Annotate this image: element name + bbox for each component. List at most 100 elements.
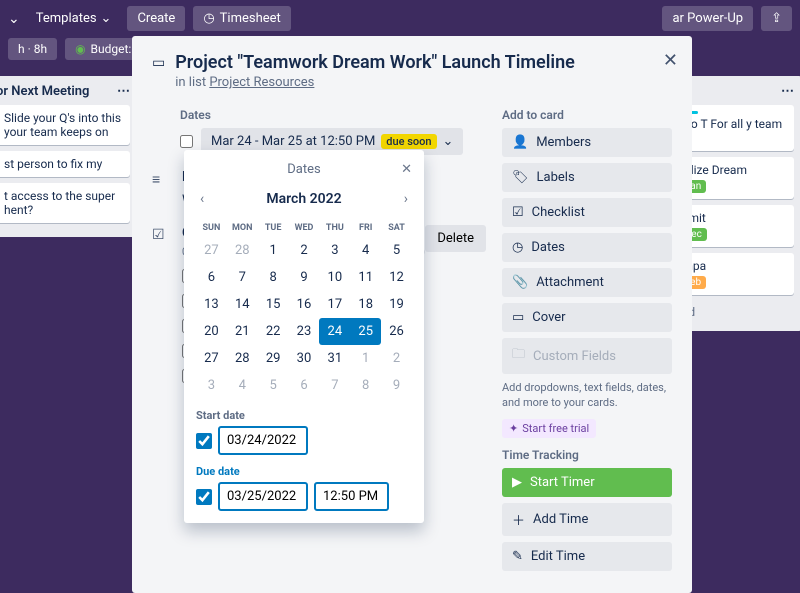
dates-button[interactable]: ◷Dates (502, 233, 672, 262)
custom-fields-button[interactable]: 🗀Custom Fields (502, 338, 672, 374)
calendar-day[interactable]: 10 (319, 264, 350, 291)
next-month-button[interactable]: › (400, 187, 412, 211)
start-trial-button[interactable]: ✦Start free trial (502, 419, 596, 438)
calendar-day[interactable]: 26 (381, 318, 412, 345)
calendar-day[interactable]: 6 (289, 372, 320, 399)
calendar-day[interactable]: 7 (227, 264, 258, 291)
board-chevron-icon[interactable]: ⌄ (8, 11, 20, 27)
cover-icon: ▭ (512, 310, 524, 325)
calendar-day[interactable]: 17 (319, 291, 350, 318)
list-title[interactable]: or Next Meeting (0, 84, 89, 99)
calendar-day[interactable]: 16 (289, 291, 320, 318)
day-of-week: SUN (196, 219, 227, 237)
calendar-day[interactable]: 13 (196, 291, 227, 318)
calendar-day[interactable]: 21 (227, 318, 258, 345)
close-button[interactable]: ✕ (663, 50, 678, 71)
card-icon: ▭ (152, 55, 165, 71)
card[interactable]: t access to the super hent? (0, 183, 130, 223)
calendar-day[interactable]: 9 (381, 372, 412, 399)
card[interactable]: Slide your Q's into this your team keeps… (0, 105, 130, 145)
calendar-day[interactable]: 12 (381, 264, 412, 291)
calendar-day[interactable]: 1 (258, 237, 289, 264)
templates-dropdown[interactable]: Templates ⌄ (28, 6, 120, 31)
hours-pill[interactable]: h · 8h (8, 38, 57, 60)
edit-time-button[interactable]: ✎Edit Time (502, 542, 672, 571)
calendar-day[interactable]: 27 (196, 237, 227, 264)
timesheet-button[interactable]: ◷Timesheet (193, 6, 290, 31)
calendar-day[interactable]: 27 (196, 345, 227, 372)
day-of-week: FRI (350, 219, 381, 237)
date-complete-checkbox[interactable] (180, 135, 193, 148)
card-title[interactable]: Project "Teamwork Dream Work" Launch Tim… (175, 52, 672, 73)
calendar-day[interactable]: 15 (258, 291, 289, 318)
calendar-day[interactable]: 3 (319, 237, 350, 264)
description-icon: ≡ (152, 171, 172, 188)
list-menu-icon[interactable]: ⋯ (781, 84, 794, 99)
start-date-input[interactable] (218, 426, 308, 455)
calendar-day[interactable]: 19 (381, 291, 412, 318)
calendar-day[interactable]: 3 (196, 372, 227, 399)
day-of-week: TUE (258, 219, 289, 237)
calendar-day[interactable]: 24 (319, 318, 350, 345)
list-menu-icon[interactable]: ⋯ (117, 84, 130, 99)
due-date-label: Due date (196, 465, 412, 478)
calendar-day[interactable]: 4 (227, 372, 258, 399)
calendar-day[interactable]: 29 (258, 345, 289, 372)
checklist-icon: ☑ (512, 205, 524, 220)
calendar-day[interactable]: 2 (289, 237, 320, 264)
card[interactable]: st person to fix my (0, 151, 130, 177)
create-button[interactable]: Create (127, 6, 185, 31)
delete-checklist-button[interactable]: Delete (425, 225, 486, 252)
clock-icon: ◷ (512, 240, 523, 255)
time-tracking-label: Time Tracking (502, 448, 672, 462)
calendar-day[interactable]: 30 (289, 345, 320, 372)
calendar-day[interactable]: 14 (227, 291, 258, 318)
calendar-day[interactable]: 22 (258, 318, 289, 345)
calendar-day[interactable]: 31 (319, 345, 350, 372)
powerup-button[interactable]: ar Power-Up (662, 6, 753, 31)
calendar-day[interactable]: 20 (196, 318, 227, 345)
attachment-icon: 📎 (512, 275, 528, 290)
calendar-day[interactable]: 9 (289, 264, 320, 291)
cover-button[interactable]: ▭Cover (502, 303, 672, 332)
calendar-day[interactable]: 7 (319, 372, 350, 399)
due-soon-badge: due soon (381, 134, 436, 149)
calendar-day[interactable]: 8 (258, 264, 289, 291)
chevron-down-icon: ⌄ (443, 134, 454, 149)
checklist-button[interactable]: ☑Checklist (502, 198, 672, 227)
custom-fields-note: Add dropdowns, text fields, dates, and m… (502, 380, 672, 411)
labels-button[interactable]: 🏷Labels (502, 163, 672, 192)
calendar-day[interactable]: 18 (350, 291, 381, 318)
calendar-day[interactable]: 6 (196, 264, 227, 291)
calendar-day[interactable]: 2 (381, 345, 412, 372)
dates-label: Dates (180, 108, 486, 122)
close-icon[interactable]: ✕ (401, 162, 412, 177)
calendar-day[interactable]: 11 (350, 264, 381, 291)
calendar-day[interactable]: 8 (350, 372, 381, 399)
start-date-checkbox[interactable] (196, 433, 212, 449)
datepicker-title: Dates (287, 162, 320, 177)
checklist-icon: ☑ (152, 227, 172, 243)
calendar-day[interactable]: 4 (350, 237, 381, 264)
due-date-checkbox[interactable] (196, 489, 212, 505)
calendar-day[interactable]: 5 (381, 237, 412, 264)
calendar-day[interactable]: 1 (350, 345, 381, 372)
share-button[interactable]: ⇪ (761, 6, 792, 31)
prev-month-button[interactable]: ‹ (196, 187, 208, 211)
members-button[interactable]: 👤Members (502, 128, 672, 157)
start-timer-button[interactable]: ▶Start Timer (502, 468, 672, 497)
start-date-label: Start date (196, 409, 412, 422)
calendar-day[interactable]: 25 (350, 318, 381, 345)
add-time-button[interactable]: ＋Add Time (502, 503, 672, 536)
attachment-button[interactable]: 📎Attachment (502, 268, 672, 297)
due-date-input[interactable] (218, 482, 308, 511)
calendar-day[interactable]: 5 (258, 372, 289, 399)
calendar-day[interactable]: 28 (227, 237, 258, 264)
pencil-icon: ✎ (512, 549, 523, 564)
calendar-day[interactable]: 28 (227, 345, 258, 372)
due-time-input[interactable] (314, 482, 389, 511)
calendar-day[interactable]: 23 (289, 318, 320, 345)
plus-icon: ＋ (512, 510, 525, 529)
list-link[interactable]: Project Resources (209, 75, 314, 90)
add-to-card-label: Add to card (502, 108, 672, 122)
